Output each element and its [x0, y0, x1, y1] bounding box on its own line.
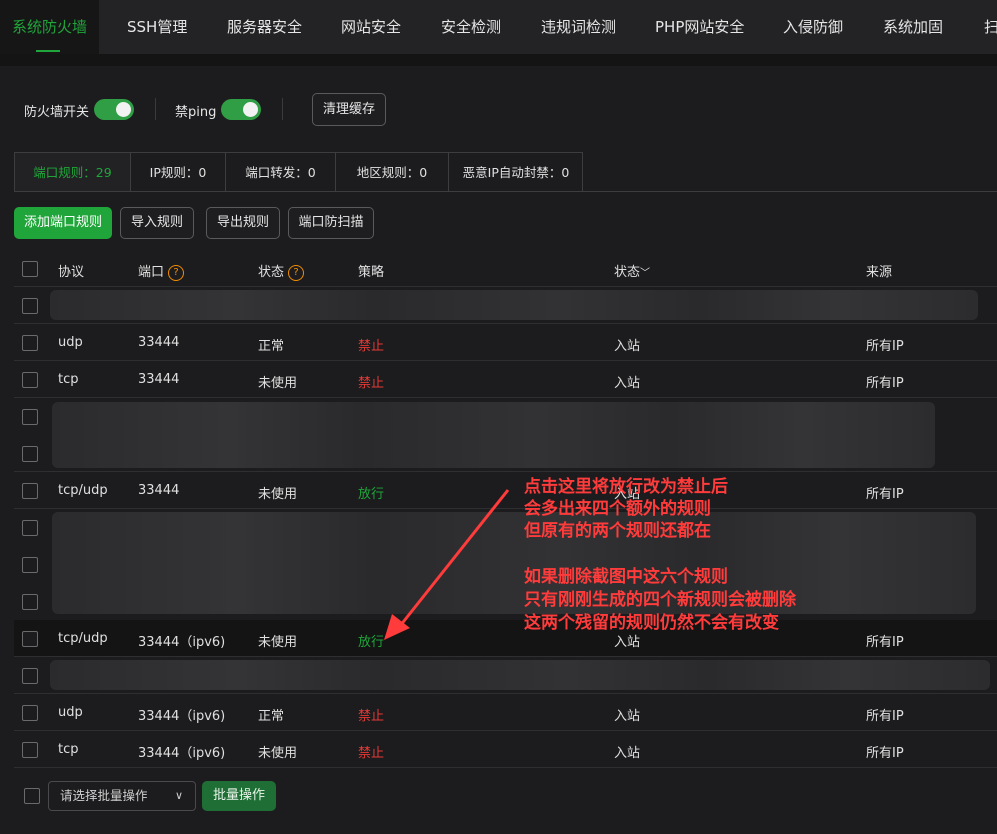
bottom-select-all-checkbox[interactable]	[24, 788, 40, 804]
batch-operation-select[interactable]: 请选择批量操作 ∨	[48, 781, 196, 811]
select-placeholder: 请选择批量操作	[60, 788, 148, 803]
annotation-arrow	[384, 489, 510, 640]
chevron-down-icon: ∨	[174, 789, 183, 802]
batch-operation-button[interactable]: 批量操作	[202, 781, 276, 811]
arrow-shaft	[398, 489, 510, 627]
